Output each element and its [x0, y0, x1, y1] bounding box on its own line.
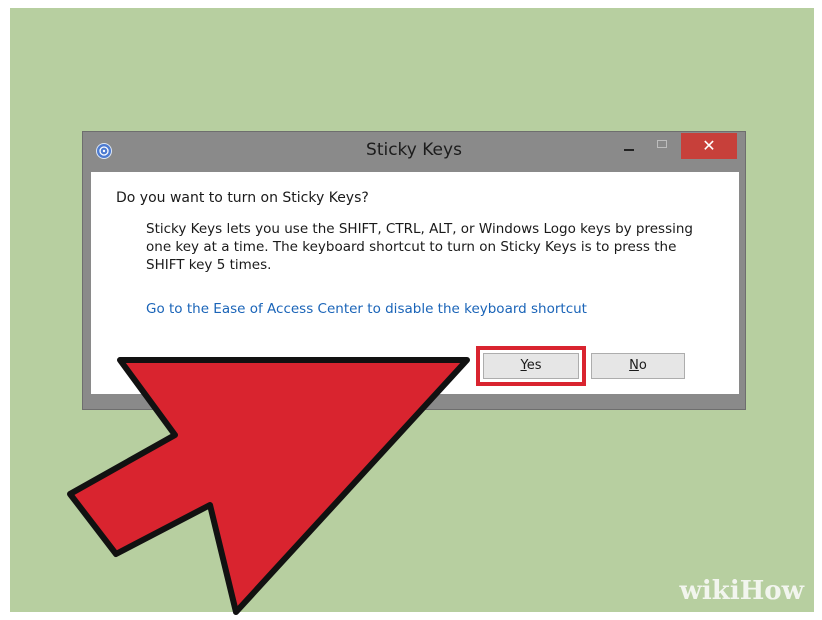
no-mnemonic: N	[629, 358, 639, 373]
question-text: Do you want to turn on Sticky Keys?	[116, 190, 369, 206]
maximize-button[interactable]	[650, 134, 676, 158]
no-label: o	[638, 358, 647, 373]
watermark-panel: wikiHow	[664, 572, 814, 612]
sticky-keys-dialog: Sticky Keys ✕ Do you want to turn on Sti…	[82, 131, 746, 410]
title-bar[interactable]: Sticky Keys ✕	[83, 132, 745, 172]
ease-of-access-link[interactable]: Go to the Ease of Access Center to disab…	[146, 301, 587, 317]
yes-button[interactable]: Yes	[476, 346, 586, 386]
yes-label: es	[526, 358, 542, 373]
no-button[interactable]: No	[591, 353, 685, 379]
dialog-body: Do you want to turn on Sticky Keys? Stic…	[91, 172, 739, 394]
dialog-title: Sticky Keys	[366, 140, 462, 160]
close-icon: ✕	[702, 136, 716, 155]
minimize-button[interactable]	[613, 134, 645, 158]
wikihow-logo: wikiHow	[679, 576, 804, 606]
close-button[interactable]: ✕	[681, 133, 737, 159]
description-text: Sticky Keys lets you use the SHIFT, CTRL…	[146, 221, 693, 273]
